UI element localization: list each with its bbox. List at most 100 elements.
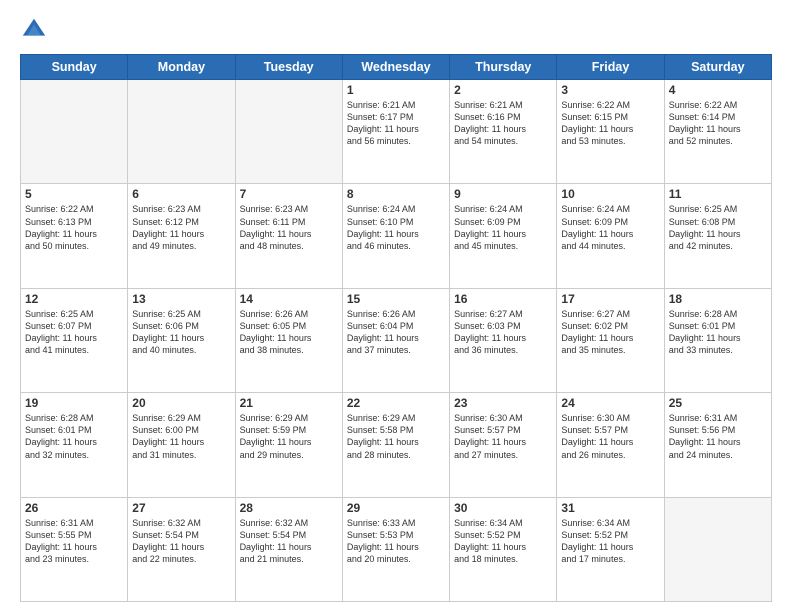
- calendar-week-5: 26 Sunrise: 6:31 AMSunset: 5:55 PMDayligh…: [21, 497, 772, 601]
- weekday-header-row: SundayMondayTuesdayWednesdayThursdayFrid…: [21, 55, 772, 80]
- day-number: 21: [240, 396, 338, 410]
- calendar-week-2: 5 Sunrise: 6:22 AMSunset: 6:13 PMDaylight…: [21, 184, 772, 288]
- day-info: Sunrise: 6:25 AMSunset: 6:08 PMDaylight:…: [669, 203, 767, 252]
- header: [20, 16, 772, 44]
- calendar-cell: 20 Sunrise: 6:29 AMSunset: 6:00 PMDayligh…: [128, 393, 235, 497]
- day-info: Sunrise: 6:28 AMSunset: 6:01 PMDaylight:…: [25, 412, 123, 461]
- calendar-cell: 5 Sunrise: 6:22 AMSunset: 6:13 PMDaylight…: [21, 184, 128, 288]
- calendar-table: SundayMondayTuesdayWednesdayThursdayFrid…: [20, 54, 772, 602]
- calendar-cell: [128, 80, 235, 184]
- day-number: 22: [347, 396, 445, 410]
- day-info: Sunrise: 6:32 AMSunset: 5:54 PMDaylight:…: [132, 517, 230, 566]
- day-number: 20: [132, 396, 230, 410]
- day-info: Sunrise: 6:23 AMSunset: 6:12 PMDaylight:…: [132, 203, 230, 252]
- weekday-header-wednesday: Wednesday: [342, 55, 449, 80]
- day-info: Sunrise: 6:28 AMSunset: 6:01 PMDaylight:…: [669, 308, 767, 357]
- calendar-cell: 17 Sunrise: 6:27 AMSunset: 6:02 PMDayligh…: [557, 288, 664, 392]
- day-info: Sunrise: 6:34 AMSunset: 5:52 PMDaylight:…: [454, 517, 552, 566]
- day-info: Sunrise: 6:24 AMSunset: 6:09 PMDaylight:…: [561, 203, 659, 252]
- day-info: Sunrise: 6:22 AMSunset: 6:15 PMDaylight:…: [561, 99, 659, 148]
- calendar-cell: 12 Sunrise: 6:25 AMSunset: 6:07 PMDayligh…: [21, 288, 128, 392]
- day-info: Sunrise: 6:25 AMSunset: 6:07 PMDaylight:…: [25, 308, 123, 357]
- calendar-week-1: 1 Sunrise: 6:21 AMSunset: 6:17 PMDaylight…: [21, 80, 772, 184]
- calendar-cell: 2Sunrise: 6:21 AMSunset: 6:16 PMDaylight…: [450, 80, 557, 184]
- calendar-week-3: 12 Sunrise: 6:25 AMSunset: 6:07 PMDayligh…: [21, 288, 772, 392]
- day-number: 31: [561, 501, 659, 515]
- calendar-cell: 28Sunrise: 6:32 AMSunset: 5:54 PMDayligh…: [235, 497, 342, 601]
- day-number: 15: [347, 292, 445, 306]
- calendar-cell: 31 Sunrise: 6:34 AMSunset: 5:52 PMDayligh…: [557, 497, 664, 601]
- calendar-cell: 29 Sunrise: 6:33 AMSunset: 5:53 PMDayligh…: [342, 497, 449, 601]
- day-number: 7: [240, 187, 338, 201]
- day-number: 24: [561, 396, 659, 410]
- calendar-cell: 14 Sunrise: 6:26 AMSunset: 6:05 PMDayligh…: [235, 288, 342, 392]
- page: SundayMondayTuesdayWednesdayThursdayFrid…: [0, 0, 792, 612]
- day-number: 18: [669, 292, 767, 306]
- day-info: Sunrise: 6:29 AMSunset: 6:00 PMDaylight:…: [132, 412, 230, 461]
- calendar-cell: 15Sunrise: 6:26 AMSunset: 6:04 PMDayligh…: [342, 288, 449, 392]
- day-info: Sunrise: 6:25 AMSunset: 6:06 PMDaylight:…: [132, 308, 230, 357]
- day-info: Sunrise: 6:27 AMSunset: 6:03 PMDaylight:…: [454, 308, 552, 357]
- day-info: Sunrise: 6:27 AMSunset: 6:02 PMDaylight:…: [561, 308, 659, 357]
- calendar-cell: 26 Sunrise: 6:31 AMSunset: 5:55 PMDayligh…: [21, 497, 128, 601]
- day-number: 5: [25, 187, 123, 201]
- calendar-cell: 13 Sunrise: 6:25 AMSunset: 6:06 PMDayligh…: [128, 288, 235, 392]
- day-info: Sunrise: 6:21 AMSunset: 6:16 PMDaylight:…: [454, 99, 552, 148]
- weekday-header-thursday: Thursday: [450, 55, 557, 80]
- calendar-cell: 27Sunrise: 6:32 AMSunset: 5:54 PMDayligh…: [128, 497, 235, 601]
- calendar-cell: 24 Sunrise: 6:30 AMSunset: 5:57 PMDayligh…: [557, 393, 664, 497]
- calendar-cell: 22 Sunrise: 6:29 AMSunset: 5:58 PMDayligh…: [342, 393, 449, 497]
- day-number: 1: [347, 83, 445, 97]
- day-number: 11: [669, 187, 767, 201]
- day-number: 17: [561, 292, 659, 306]
- calendar-cell: 18 Sunrise: 6:28 AMSunset: 6:01 PMDayligh…: [664, 288, 771, 392]
- calendar-cell: 21Sunrise: 6:29 AMSunset: 5:59 PMDayligh…: [235, 393, 342, 497]
- calendar-cell: 9 Sunrise: 6:24 AMSunset: 6:09 PMDaylight…: [450, 184, 557, 288]
- weekday-header-friday: Friday: [557, 55, 664, 80]
- day-info: Sunrise: 6:29 AMSunset: 5:58 PMDaylight:…: [347, 412, 445, 461]
- calendar-cell: 11 Sunrise: 6:25 AMSunset: 6:08 PMDayligh…: [664, 184, 771, 288]
- logo-icon: [20, 16, 48, 44]
- day-number: 14: [240, 292, 338, 306]
- day-number: 29: [347, 501, 445, 515]
- calendar-cell: 6 Sunrise: 6:23 AMSunset: 6:12 PMDaylight…: [128, 184, 235, 288]
- calendar-cell: [235, 80, 342, 184]
- day-info: Sunrise: 6:22 AMSunset: 6:13 PMDaylight:…: [25, 203, 123, 252]
- calendar-cell: 25Sunrise: 6:31 AMSunset: 5:56 PMDayligh…: [664, 393, 771, 497]
- day-info: Sunrise: 6:31 AMSunset: 5:55 PMDaylight:…: [25, 517, 123, 566]
- day-number: 4: [669, 83, 767, 97]
- day-number: 26: [25, 501, 123, 515]
- day-number: 12: [25, 292, 123, 306]
- day-info: Sunrise: 6:24 AMSunset: 6:09 PMDaylight:…: [454, 203, 552, 252]
- day-info: Sunrise: 6:23 AMSunset: 6:11 PMDaylight:…: [240, 203, 338, 252]
- day-number: 9: [454, 187, 552, 201]
- day-info: Sunrise: 6:30 AMSunset: 5:57 PMDaylight:…: [454, 412, 552, 461]
- day-info: Sunrise: 6:33 AMSunset: 5:53 PMDaylight:…: [347, 517, 445, 566]
- calendar-cell: 3 Sunrise: 6:22 AMSunset: 6:15 PMDaylight…: [557, 80, 664, 184]
- day-info: Sunrise: 6:21 AMSunset: 6:17 PMDaylight:…: [347, 99, 445, 148]
- calendar-cell: 16Sunrise: 6:27 AMSunset: 6:03 PMDayligh…: [450, 288, 557, 392]
- calendar-header: SundayMondayTuesdayWednesdayThursdayFrid…: [21, 55, 772, 80]
- calendar-week-4: 19Sunrise: 6:28 AMSunset: 6:01 PMDayligh…: [21, 393, 772, 497]
- day-number: 6: [132, 187, 230, 201]
- day-info: Sunrise: 6:30 AMSunset: 5:57 PMDaylight:…: [561, 412, 659, 461]
- calendar-cell: 1 Sunrise: 6:21 AMSunset: 6:17 PMDaylight…: [342, 80, 449, 184]
- day-info: Sunrise: 6:32 AMSunset: 5:54 PMDaylight:…: [240, 517, 338, 566]
- calendar-cell: 30 Sunrise: 6:34 AMSunset: 5:52 PMDayligh…: [450, 497, 557, 601]
- calendar-cell: 7 Sunrise: 6:23 AMSunset: 6:11 PMDaylight…: [235, 184, 342, 288]
- day-info: Sunrise: 6:34 AMSunset: 5:52 PMDaylight:…: [561, 517, 659, 566]
- weekday-header-monday: Monday: [128, 55, 235, 80]
- day-number: 13: [132, 292, 230, 306]
- day-number: 30: [454, 501, 552, 515]
- logo: [20, 16, 52, 44]
- day-number: 25: [669, 396, 767, 410]
- day-number: 3: [561, 83, 659, 97]
- calendar-cell: [664, 497, 771, 601]
- weekday-header-tuesday: Tuesday: [235, 55, 342, 80]
- calendar-cell: 8Sunrise: 6:24 AMSunset: 6:10 PMDaylight…: [342, 184, 449, 288]
- calendar-cell: 19Sunrise: 6:28 AMSunset: 6:01 PMDayligh…: [21, 393, 128, 497]
- day-info: Sunrise: 6:22 AMSunset: 6:14 PMDaylight:…: [669, 99, 767, 148]
- day-number: 10: [561, 187, 659, 201]
- calendar-cell: 4 Sunrise: 6:22 AMSunset: 6:14 PMDaylight…: [664, 80, 771, 184]
- day-info: Sunrise: 6:26 AMSunset: 6:05 PMDaylight:…: [240, 308, 338, 357]
